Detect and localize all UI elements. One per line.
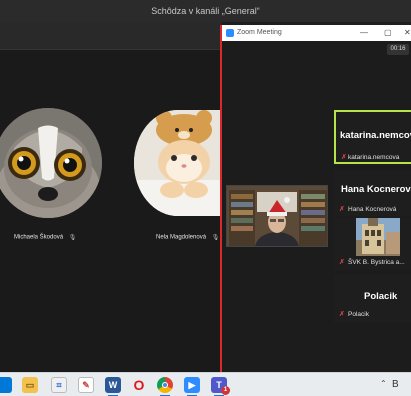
zoom-window-title: Zoom Meeting bbox=[237, 29, 282, 36]
teams-notification-badge: 1 bbox=[221, 386, 230, 395]
chrome-icon[interactable] bbox=[157, 377, 173, 396]
participant-display-name: katarina.nemcova bbox=[340, 130, 411, 141]
teams-title-bar: Schôdza v kanáli „General“ bbox=[0, 0, 411, 22]
mic-off-icon: 🎙 bbox=[68, 235, 77, 241]
mic-off-icon: 🎙 bbox=[211, 235, 220, 241]
cat-avatar-image bbox=[134, 110, 222, 216]
participant-name-michaela: Michaela Škodová 🎙 bbox=[14, 234, 77, 241]
zoom-participant-tile[interactable]: Polacik ✗ Polacik bbox=[334, 275, 411, 323]
meeting-timer: 00:16 bbox=[387, 44, 409, 55]
zoom-meeting-window[interactable]: Zoom Meeting — ▢ ✕ 00:16 katarina.nemco … bbox=[220, 25, 411, 372]
windows-taskbar: ▭ ⌗ ✎ W O ▶ T 1 B ⌃ bbox=[0, 372, 411, 396]
screen: Schôdza v kanáli „General“ Michaela Škod… bbox=[0, 0, 411, 396]
paint-icon[interactable]: ✎ bbox=[78, 377, 94, 393]
zoom-icon[interactable]: ▶ bbox=[184, 377, 200, 396]
mic-muted-icon: ✗ bbox=[339, 206, 345, 213]
word-icon[interactable]: W bbox=[105, 377, 121, 396]
zoom-logo-icon bbox=[226, 29, 234, 37]
teams-icon[interactable]: T 1 bbox=[211, 377, 230, 396]
zoom-main-video[interactable] bbox=[226, 185, 328, 247]
mic-muted-icon: ✗ bbox=[339, 259, 345, 266]
close-icon[interactable]: ✕ bbox=[404, 28, 411, 37]
minimize-icon[interactable]: — bbox=[360, 28, 368, 37]
zoom-toolbar: 00:16 bbox=[222, 41, 411, 59]
mic-muted-icon: ✗ bbox=[341, 154, 347, 161]
zoom-title-bar[interactable]: Zoom Meeting — ▢ ✕ bbox=[222, 25, 411, 41]
maximize-icon[interactable]: ▢ bbox=[384, 28, 392, 37]
participant-name: Polacik bbox=[348, 311, 369, 318]
opera-icon[interactable]: O bbox=[131, 377, 147, 393]
teams-window-title: Schôdza v kanáli „General“ bbox=[151, 6, 260, 16]
participant-avatar-nela[interactable] bbox=[134, 110, 222, 216]
tray-chevron-icon[interactable]: ⌃ bbox=[380, 379, 387, 388]
zoom-participant-tile[interactable]: katarina.nemcova ✗ katarina.nemcova bbox=[334, 110, 411, 164]
participant-display-name: Polacik bbox=[364, 291, 398, 302]
teams-meeting-toolbar bbox=[0, 22, 222, 50]
participant-display-name: Hana Kocnerová bbox=[341, 184, 411, 195]
zoom-participant-tile[interactable]: ✗ ŠVK B. Bystrica a... bbox=[334, 218, 411, 270]
mic-muted-icon: ✗ bbox=[339, 311, 345, 318]
participant-name-nela: Nela Magdolenová 🎙 bbox=[156, 234, 220, 241]
zoom-participant-tile[interactable]: Hana Kocnerová ✗ Hana Kocnerová bbox=[334, 170, 411, 216]
file-explorer-icon[interactable]: ▭ bbox=[22, 377, 38, 393]
taskbar-right-text: B bbox=[392, 379, 399, 390]
windows-start-icon[interactable] bbox=[0, 377, 12, 393]
participant-name: Hana Kocnerová bbox=[348, 206, 397, 213]
photos-icon[interactable]: ⌗ bbox=[51, 377, 67, 393]
building-video-thumbnail bbox=[356, 218, 400, 256]
participant-name: ŠVK B. Bystrica a... bbox=[348, 259, 405, 266]
participant-name: katarina.nemcova bbox=[348, 154, 400, 161]
speaker-video-frame bbox=[227, 186, 327, 246]
